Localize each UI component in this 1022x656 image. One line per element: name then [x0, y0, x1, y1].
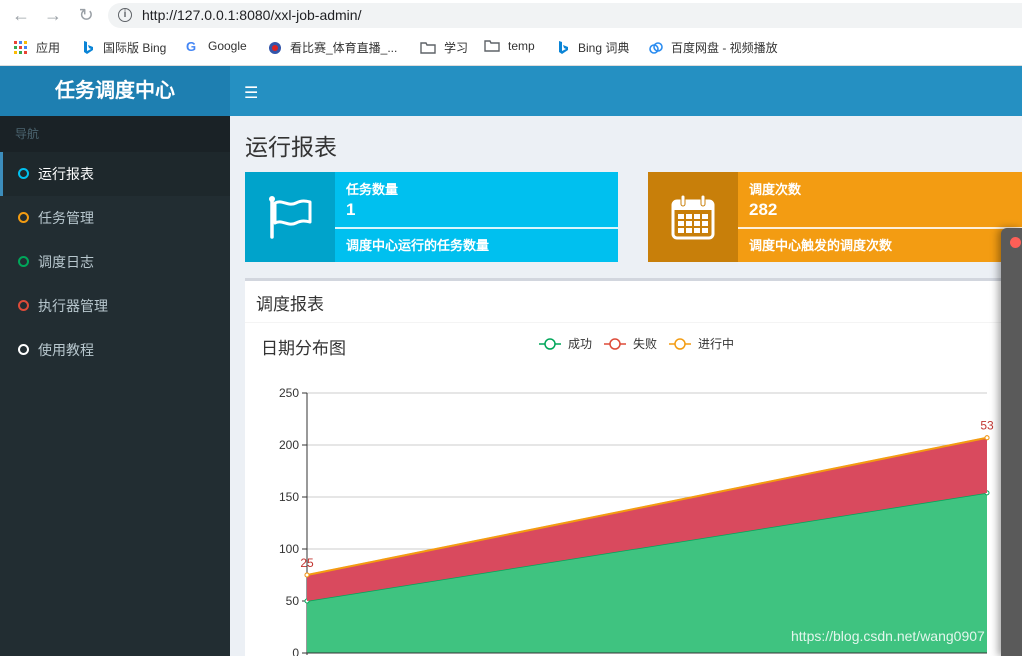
chart-title: 日期分布图 [261, 339, 346, 358]
bookmark-study[interactable]: 学习 [420, 39, 468, 56]
info-box-description: 调度中心触发的调度次数 [749, 238, 893, 253]
baidu-cloud-icon [649, 41, 663, 54]
svg-text:G: G [186, 39, 196, 53]
bing-icon [84, 40, 93, 54]
y-tick-label: 100 [279, 542, 299, 556]
bookmark-sports[interactable]: 看比赛_体育直播_... [268, 39, 397, 56]
info-box-description: 调度中心运行的任务数量 [346, 238, 490, 253]
bookmark-label: temp [508, 39, 535, 53]
sidebar-item-label: 任务管理 [38, 210, 94, 226]
y-tick-label: 50 [286, 594, 300, 608]
sidebar-item-label: 调度日志 [38, 254, 94, 270]
legend-marker [674, 338, 686, 350]
bookmark-apps[interactable]: 应用 [14, 39, 60, 56]
bookmark-label: Bing 词典 [578, 41, 630, 55]
forward-arrow-icon[interactable]: → [42, 4, 64, 26]
nav-header: 导航 [0, 116, 230, 152]
circle-icon [18, 344, 29, 355]
sidebar-item-executor-management[interactable]: 执行器管理 [0, 284, 230, 328]
back-arrow-icon[interactable]: ← [10, 4, 32, 26]
legend-label: 进行中 [698, 336, 734, 351]
sidebar-item-dispatch-log[interactable]: 调度日志 [0, 240, 230, 284]
circle-icon [18, 168, 29, 179]
app-logo[interactable]: 任务调度中心 [0, 66, 230, 116]
sidebar-item-label: 执行器管理 [38, 298, 108, 314]
legend-label: 成功 [568, 337, 592, 351]
progress-bar [335, 227, 618, 229]
bookmark-bing-dict[interactable]: Bing 词典 [556, 39, 629, 56]
data-label: 53 [980, 419, 994, 433]
bookmark-bing-intl[interactable]: 国际版 Bing [81, 39, 166, 56]
sidebar: 导航 运行报表 任务管理 调度日志 执行器管理 使用教程 [0, 116, 230, 656]
y-tick-label: 0 [292, 646, 299, 656]
info-icon[interactable]: i [118, 8, 132, 22]
info-box-label: 任务数量 [346, 182, 399, 197]
address-bar[interactable]: i http://127.0.0.1:8080/xxl-job-admin/ [108, 3, 1022, 28]
bookmark-label: 应用 [36, 41, 61, 55]
page-title: 运行报表 [245, 134, 337, 160]
info-box-number: 282 [749, 200, 778, 219]
legend-marker [544, 338, 556, 350]
bookmark-label: 国际版 Bing [103, 41, 167, 55]
data-point [984, 435, 990, 441]
overlapping-window-edge[interactable] [1001, 228, 1022, 656]
bookmark-label: 百度网盘 - 视频播放 [671, 41, 778, 55]
url-text[interactable]: http://127.0.0.1:8080/xxl-job-admin/ [142, 7, 361, 23]
apps-grid-icon [14, 40, 27, 54]
bookmark-google[interactable]: G Google [186, 39, 247, 53]
info-box-number: 1 [346, 200, 356, 219]
info-box-content: 任务数量 1 调度中心运行的任务数量 [335, 172, 618, 262]
legend-marker [609, 338, 621, 350]
bookmark-temp[interactable]: temp [484, 39, 535, 53]
info-box-label: 调度次数 [749, 182, 802, 197]
sidebar-item-label: 运行报表 [38, 166, 94, 182]
top-navbar: ☰ [230, 66, 1022, 116]
info-box-dispatch-count: 调度次数 282 调度中心触发的调度次数 [648, 172, 1022, 262]
reload-icon[interactable]: ↻ [75, 4, 97, 26]
data-point [304, 572, 310, 578]
bookmark-baidu-cloud[interactable]: 百度网盘 - 视频播放 [649, 39, 778, 56]
info-box-icon-area [245, 172, 335, 262]
google-icon: G [186, 39, 196, 53]
close-window-icon[interactable] [1010, 237, 1021, 248]
circle-icon [18, 212, 29, 223]
bing-icon [559, 40, 568, 54]
y-tick-label: 150 [279, 490, 299, 504]
sidebar-item-run-report[interactable]: 运行报表 [0, 152, 230, 196]
watermark: https://blog.csdn.net/wang0907 [791, 628, 985, 644]
circle-icon [18, 300, 29, 311]
y-tick-label: 200 [279, 438, 299, 452]
date-distribution-chart: 日期分布图 成功 失败 进行中 250 200 150 100 50 0 25 53 [261, 336, 994, 656]
info-box-icon-area [648, 172, 738, 262]
info-box-task-count: 任务数量 1 调度中心运行的任务数量 [245, 172, 618, 262]
sports-icon [269, 41, 281, 54]
sidebar-item-tutorial[interactable]: 使用教程 [0, 328, 230, 372]
calendar-icon [671, 194, 715, 240]
info-box-content: 调度次数 282 调度中心触发的调度次数 [738, 172, 1022, 262]
progress-bar [738, 227, 1022, 229]
bookmark-label: Google [208, 39, 247, 53]
bookmark-label: 看比赛_体育直播_... [290, 41, 398, 55]
legend-label: 失败 [633, 336, 657, 351]
circle-icon [18, 256, 29, 267]
folder-icon [484, 40, 500, 52]
sidebar-item-label: 使用教程 [38, 342, 94, 358]
sidebar-item-task-management[interactable]: 任务管理 [0, 196, 230, 240]
y-tick-label: 250 [279, 386, 299, 400]
bookmarks-bar: 应用 国际版 Bing G Google 看比赛_体育直播_... 学习 tem… [0, 35, 1022, 59]
report-box: 调度报表 日期分布图 成功 失败 进行中 250 200 150 100 50 0 25 53 [245, 278, 1022, 656]
flag-icon [269, 196, 312, 239]
bookmark-label: 学习 [444, 41, 469, 55]
browser-toolbar: ← → ↻ i http://127.0.0.1:8080/xxl-job-ad… [0, 0, 1022, 66]
folder-icon [420, 41, 436, 54]
data-label: 25 [300, 556, 314, 570]
menu-toggle-icon[interactable]: ☰ [244, 83, 258, 103]
